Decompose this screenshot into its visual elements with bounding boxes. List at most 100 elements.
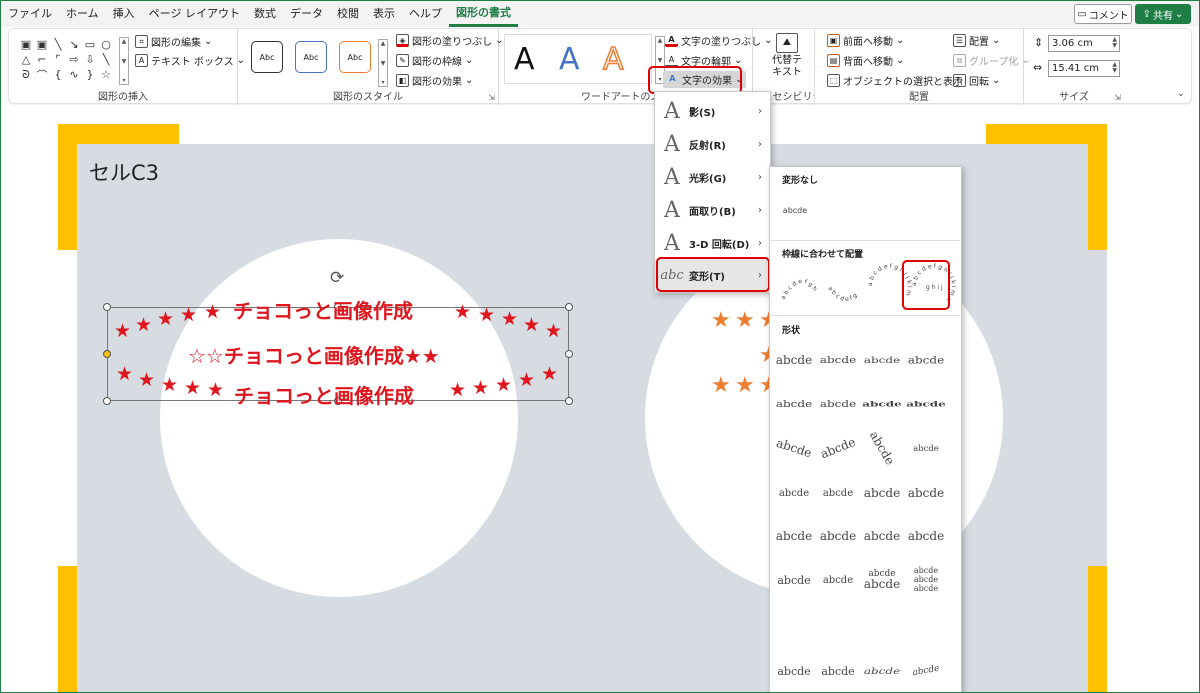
chevron-right-icon: ›: [758, 172, 762, 183]
textbox-shape-icon[interactable]: ▣: [18, 37, 34, 52]
tab-insert[interactable]: 挿入: [106, 1, 142, 27]
warp-arch-up[interactable]: abcde: [819, 348, 857, 372]
shape-style-2[interactable]: Abc: [295, 41, 327, 73]
wordart-style-orange-outline[interactable]: A: [602, 42, 624, 78]
arrow-line-shape-icon[interactable]: ↘: [66, 37, 82, 52]
tab-home[interactable]: ホーム: [59, 1, 106, 27]
shape-style-scroll[interactable]: ▲ ▼ ▾: [378, 39, 388, 87]
warp-can-up[interactable]: abcde: [863, 661, 901, 682]
tab-help[interactable]: ヘルプ: [402, 1, 449, 27]
menu-item-shadow[interactable]: A 影(S) ›: [655, 95, 770, 128]
rectangle-shape-icon[interactable]: ▭: [82, 37, 98, 52]
warp-double-wave[interactable]: abcde abcde: [863, 561, 901, 597]
tab-shape-format[interactable]: 図形の書式: [448, 1, 518, 27]
diagonal-shape-icon[interactable]: ╲: [98, 52, 114, 67]
warp-arch-down[interactable]: abcde: [863, 350, 901, 371]
warp-circle[interactable]: abcde: [907, 347, 945, 373]
resize-handle[interactable]: [103, 397, 111, 405]
alt-text-button[interactable]: ⛰ 代替テキスト: [767, 33, 807, 79]
warp-chevron-up[interactable]: abcde: [819, 392, 857, 416]
warp-curve-down[interactable]: abcde: [819, 656, 857, 686]
warp-triangle-down[interactable]: abcde: [907, 478, 945, 508]
shape-style-1[interactable]: Abc: [251, 41, 283, 73]
dialog-launcher-icon[interactable]: ⇲: [1114, 93, 1121, 102]
resize-handle[interactable]: [565, 303, 573, 311]
shape-effects-button[interactable]: ◧ 図形の効果 ⌄: [396, 73, 473, 88]
warp-slant-up[interactable]: abcde: [815, 427, 861, 469]
comment-button[interactable]: ▭ コメント: [1074, 4, 1132, 24]
shape-style-3[interactable]: Abc: [339, 41, 371, 73]
warp-fade-left[interactable]: abcde: [819, 521, 857, 551]
wave-shape-icon[interactable]: ∿: [66, 67, 82, 82]
warp-fade-up[interactable]: abcde: [863, 521, 901, 551]
text-box-button[interactable]: A テキスト ボックス ⌄: [135, 53, 245, 68]
arc-shape-icon[interactable]: ⌒: [34, 67, 50, 82]
shape-gallery-scroll[interactable]: ▲ ▼ ▾: [119, 37, 129, 85]
tab-data[interactable]: データ: [283, 1, 330, 27]
warp-stacked[interactable]: abcde abcde abcde: [907, 561, 945, 597]
textbox-vertical-shape-icon[interactable]: ▣: [34, 37, 50, 52]
width-input[interactable]: 15.41 cm ▲ ▼: [1048, 60, 1120, 77]
brace-shape-icon[interactable]: }: [82, 67, 98, 82]
edit-shape-button[interactable]: ⌗ 図形の編集 ⌄: [135, 34, 212, 49]
star-shape-icon[interactable]: ☆: [98, 67, 114, 82]
warp-fade-down[interactable]: abcde: [907, 521, 945, 551]
warp-slant-right[interactable]: abcde: [775, 565, 813, 595]
shape-fill-button[interactable]: ◈ 図形の塗りつぶし ⌄: [396, 33, 504, 48]
selection-pane-button[interactable]: ⬚ オブジェクトの選択と表示: [827, 73, 963, 88]
warp-button[interactable]: abcde: [775, 392, 813, 416]
height-input[interactable]: 3.06 cm ▲ ▼: [1048, 35, 1120, 52]
rotate-handle-icon[interactable]: ⟳: [330, 268, 344, 288]
no-transform-option[interactable]: abcde: [776, 195, 814, 225]
tab-view[interactable]: 表示: [366, 1, 402, 27]
collapse-ribbon-icon[interactable]: ⌄: [1177, 88, 1185, 99]
spinner-icon[interactable]: ▲ ▼: [1112, 37, 1117, 49]
send-backward-button[interactable]: ▤ 背面へ移動 ⌄: [827, 53, 904, 68]
menu-item-bevel[interactable]: A 面取り(B) ›: [655, 194, 770, 227]
menu-item-reflection[interactable]: A 反射(R) ›: [655, 128, 770, 161]
warp-wave-2[interactable]: abcde: [819, 478, 857, 508]
warp-can-down[interactable]: abcde: [905, 653, 948, 689]
resize-handle[interactable]: [565, 397, 573, 405]
spinner-icon[interactable]: ▲ ▼: [1112, 62, 1117, 74]
corner-shape-icon[interactable]: ⌜: [50, 52, 66, 67]
menu-item-3d-rotation[interactable]: A 3-D 回転(D) ›: [655, 227, 770, 260]
bring-forward-button[interactable]: ▣ 前面へ移動 ⌄: [827, 33, 904, 48]
warp-slant-left[interactable]: abcde: [819, 565, 857, 595]
oval-shape-icon[interactable]: ○: [98, 37, 114, 52]
adjust-handle[interactable]: [103, 350, 111, 358]
warp-inflate[interactable]: abcde: [862, 395, 902, 413]
triangle-shape-icon[interactable]: △: [18, 52, 34, 67]
wordart-style-black[interactable]: A: [514, 43, 535, 77]
warp-curve-up[interactable]: abcde: [775, 656, 813, 686]
share-button[interactable]: ⇪ 共有 ⌄: [1135, 4, 1191, 24]
warp-triangle-up[interactable]: abcde: [863, 478, 901, 508]
warp-wave-1[interactable]: abcde: [775, 478, 813, 508]
warp-fade-right[interactable]: abcde: [775, 521, 813, 551]
menu-item-glow[interactable]: A 光彩(G) ›: [655, 161, 770, 194]
bracket-shape-icon[interactable]: {: [50, 67, 66, 82]
wordart-style-blue[interactable]: A: [559, 43, 580, 77]
curve-shape-icon[interactable]: ᘐ: [18, 67, 34, 82]
tab-formulas[interactable]: 数式: [247, 1, 283, 27]
group-button[interactable]: ⧉ グループ化 ⌄: [953, 53, 1030, 68]
shape-gallery[interactable]: ▣ ▣ ╲ ↘ ▭ ○ △ ⌐ ⌜ ⇨ ⇩ ╲ ᘐ ⌒{∿} ☆: [18, 37, 116, 85]
resize-handle[interactable]: [103, 303, 111, 311]
warp-deflate[interactable]: abcde: [906, 395, 946, 413]
right-arrow-shape-icon[interactable]: ⇨: [66, 52, 82, 67]
line-shape-icon[interactable]: ╲: [50, 37, 66, 52]
rotate-button[interactable]: ↻ 回転 ⌄: [953, 73, 1000, 88]
align-button[interactable]: ☰ 配置 ⌄: [953, 33, 1000, 48]
resize-handle[interactable]: [565, 350, 573, 358]
dialog-launcher-icon[interactable]: ⇲: [488, 93, 495, 102]
warp-ring[interactable]: abcde: [913, 438, 940, 459]
down-arrow-shape-icon[interactable]: ⇩: [82, 52, 98, 67]
warp-slant-down[interactable]: abcde: [771, 428, 816, 468]
tab-file[interactable]: ファイル: [1, 1, 59, 27]
tab-page-layout[interactable]: ページ レイアウト: [142, 1, 247, 27]
elbow-shape-icon[interactable]: ⌐: [34, 52, 50, 67]
warp-plain[interactable]: abcde: [775, 345, 813, 375]
tab-review[interactable]: 校閲: [330, 1, 366, 27]
shape-outline-button[interactable]: ✎ 図形の枠線 ⌄: [396, 53, 473, 68]
warp-cascade[interactable]: abcde: [860, 424, 905, 472]
